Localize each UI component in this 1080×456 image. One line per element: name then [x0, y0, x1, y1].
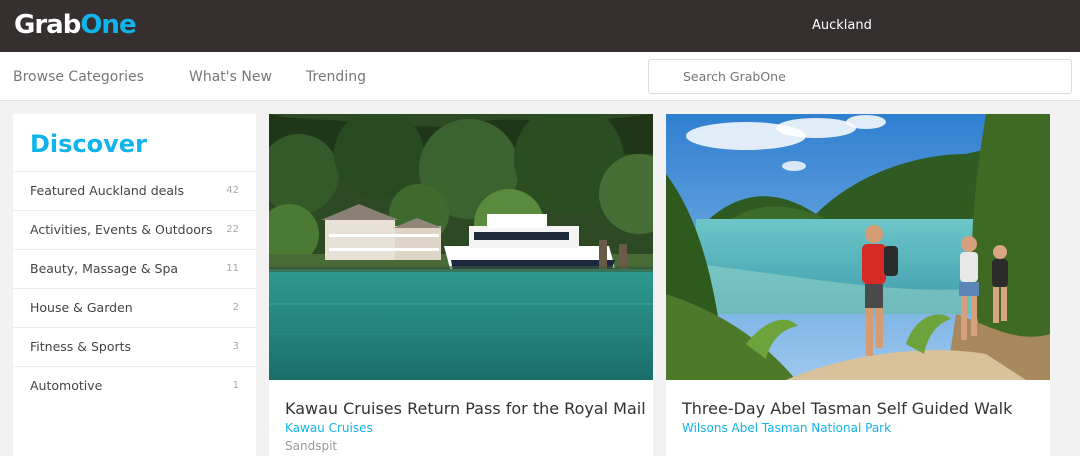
top-header: GrabOne Auckland	[0, 0, 1080, 52]
deal-card[interactable]: Three-Day Abel Tasman Self Guided Walk W…	[666, 114, 1050, 456]
category-count: 2	[232, 302, 239, 313]
discover-sidebar: Discover Featured Auckland deals 42 Acti…	[13, 114, 256, 456]
deal-image[interactable]	[269, 114, 653, 380]
nav-browse-categories[interactable]: Browse Categories	[13, 68, 144, 86]
category-label: House & Garden	[30, 300, 133, 315]
category-featured[interactable]: Featured Auckland deals 42	[13, 172, 256, 211]
deal-location: Sandspit	[285, 439, 338, 453]
category-beauty[interactable]: Beauty, Massage & Spa 11	[13, 250, 256, 289]
deal-merchant[interactable]: Kawau Cruises	[285, 421, 373, 436]
category-label: Automotive	[30, 378, 103, 393]
category-activities[interactable]: Activities, Events & Outdoors 22	[13, 211, 256, 250]
category-automotive[interactable]: Automotive 1	[13, 367, 256, 406]
deal-title[interactable]: Three-Day Abel Tasman Self Guided Walk	[682, 399, 1012, 419]
category-count: 22	[226, 224, 239, 235]
discover-title: Discover	[30, 130, 147, 158]
category-count: 1	[232, 380, 239, 391]
category-label: Activities, Events & Outdoors	[30, 222, 213, 237]
deal-merchant[interactable]: Wilsons Abel Tasman National Park	[682, 421, 891, 436]
category-count: 11	[226, 263, 239, 274]
nav-bar: Browse Categories What's New Trending	[0, 52, 1080, 101]
deal-card[interactable]: Kawau Cruises Return Pass for the Royal …	[269, 114, 653, 456]
category-count: 3	[232, 341, 239, 352]
category-fitness[interactable]: Fitness & Sports 3	[13, 328, 256, 367]
deal-image[interactable]	[666, 114, 1050, 380]
location-selector[interactable]: Auckland	[812, 17, 872, 35]
category-label: Beauty, Massage & Spa	[30, 261, 179, 276]
category-count: 42	[226, 185, 239, 196]
search-input[interactable]	[648, 59, 1072, 94]
category-house-garden[interactable]: House & Garden 2	[13, 289, 256, 328]
nav-trending[interactable]: Trending	[306, 68, 366, 86]
category-label: Fitness & Sports	[30, 339, 132, 354]
category-label: Featured Auckland deals	[30, 183, 184, 198]
nav-whats-new[interactable]: What's New	[189, 68, 272, 86]
grabone-logo[interactable]: GrabOne	[14, 8, 137, 42]
deal-title[interactable]: Kawau Cruises Return Pass for the Royal …	[285, 399, 646, 419]
